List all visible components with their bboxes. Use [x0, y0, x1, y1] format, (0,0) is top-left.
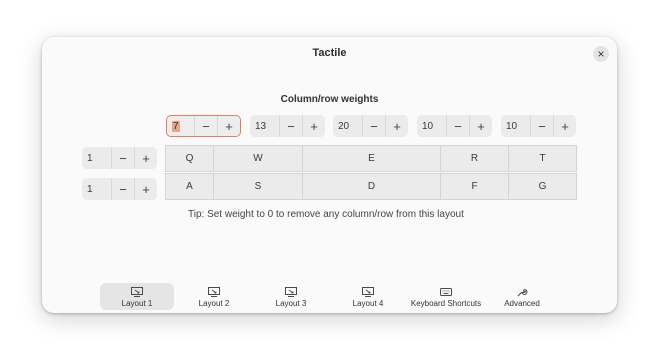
decrement-button[interactable]: −: [531, 115, 554, 137]
increment-button[interactable]: +: [218, 116, 240, 136]
decrement-button[interactable]: −: [447, 115, 470, 137]
column-weight-value[interactable]: 20: [338, 121, 349, 132]
tab-label: Keyboard Shortcuts: [410, 299, 482, 308]
decrement-button[interactable]: −: [280, 115, 303, 137]
close-button[interactable]: ×: [593, 46, 609, 62]
tab-layout-1[interactable]: Layout 1: [100, 283, 174, 310]
minus-icon: −: [119, 150, 127, 166]
decrement-button[interactable]: −: [195, 116, 218, 136]
tactile-window: Tactile × Column/row weights 7 − + 13 − …: [42, 37, 617, 313]
column-weight-value[interactable]: 10: [422, 121, 433, 132]
row-weight-stepper-2[interactable]: 1 − +: [82, 178, 157, 200]
minus-icon: −: [370, 118, 378, 134]
column-weight-stepper-2[interactable]: 13 − +: [250, 115, 325, 137]
tab-layout-2[interactable]: Layout 2: [178, 283, 250, 310]
key-tile: F: [440, 173, 509, 200]
plus-icon: +: [225, 118, 233, 134]
close-icon: ×: [597, 47, 605, 61]
minus-icon: −: [454, 118, 462, 134]
decrement-button[interactable]: −: [112, 147, 135, 169]
column-weight-stepper-4[interactable]: 10 − +: [417, 115, 492, 137]
layout-icon: [131, 287, 143, 297]
plus-icon: +: [142, 150, 150, 166]
header-bar: Tactile ×: [42, 37, 617, 71]
minus-icon: −: [202, 118, 210, 134]
increment-button[interactable]: +: [470, 115, 492, 137]
minus-icon: −: [119, 181, 127, 197]
increment-button[interactable]: +: [386, 115, 408, 137]
key-tile: W: [213, 145, 303, 172]
column-weight-stepper-5[interactable]: 10 − +: [501, 115, 576, 137]
increment-button[interactable]: +: [554, 115, 576, 137]
layout-preview-grid: Q W E R T A S D F G: [165, 145, 577, 201]
decrement-button[interactable]: −: [363, 115, 386, 137]
column-weight-stepper-1[interactable]: 7 − +: [166, 115, 241, 137]
plus-icon: +: [477, 118, 485, 134]
key-tile: Q: [165, 145, 214, 172]
increment-button[interactable]: +: [135, 147, 157, 169]
window-title: Tactile: [312, 47, 347, 59]
column-weight-value[interactable]: 10: [506, 121, 517, 132]
row-weight-value[interactable]: 1: [87, 184, 93, 195]
row-weight-stepper-1[interactable]: 1 − +: [82, 147, 157, 169]
tab-label: Layout 4: [352, 299, 384, 308]
tab-layout-4[interactable]: Layout 4: [332, 283, 404, 310]
plus-icon: +: [561, 118, 569, 134]
tab-keyboard-shortcuts[interactable]: Keyboard Shortcuts: [406, 283, 486, 310]
section-title: Column/row weights: [280, 94, 379, 105]
layout-icon: [208, 287, 220, 297]
key-tile: T: [508, 145, 577, 172]
tab-layout-3[interactable]: Layout 3: [255, 283, 327, 310]
plus-icon: +: [393, 118, 401, 134]
key-tile: S: [213, 173, 303, 200]
layout-icon: [362, 287, 374, 297]
plus-icon: +: [142, 181, 150, 197]
minus-icon: −: [287, 118, 295, 134]
key-tile: G: [508, 173, 577, 200]
keyboard-icon: [440, 287, 452, 297]
key-tile: R: [440, 145, 509, 172]
layout-icon: [285, 287, 297, 297]
view-switcher: Layout 1 Layout 2 Layout 3 Layout 4 Keyb…: [42, 283, 617, 311]
decrement-button[interactable]: −: [112, 178, 135, 200]
plus-icon: +: [310, 118, 318, 134]
tab-advanced[interactable]: Advanced: [490, 283, 554, 310]
row-weight-value[interactable]: 1: [87, 153, 93, 164]
increment-button[interactable]: +: [135, 178, 157, 200]
column-weight-stepper-3[interactable]: 20 − +: [333, 115, 408, 137]
tip-text: Tip: Set weight to 0 to remove any colum…: [188, 209, 464, 220]
increment-button[interactable]: +: [303, 115, 325, 137]
wrench-icon: [516, 287, 528, 297]
column-weight-value[interactable]: 13: [255, 121, 266, 132]
minus-icon: −: [538, 118, 546, 134]
key-tile: D: [302, 173, 441, 200]
key-tile: A: [165, 173, 214, 200]
tab-label: Layout 2: [198, 299, 230, 308]
column-weight-value[interactable]: 7: [172, 120, 180, 132]
tab-label: Layout 3: [275, 299, 307, 308]
tab-label: Layout 1: [121, 299, 153, 308]
key-tile: E: [302, 145, 441, 172]
tab-label: Advanced: [504, 299, 540, 308]
